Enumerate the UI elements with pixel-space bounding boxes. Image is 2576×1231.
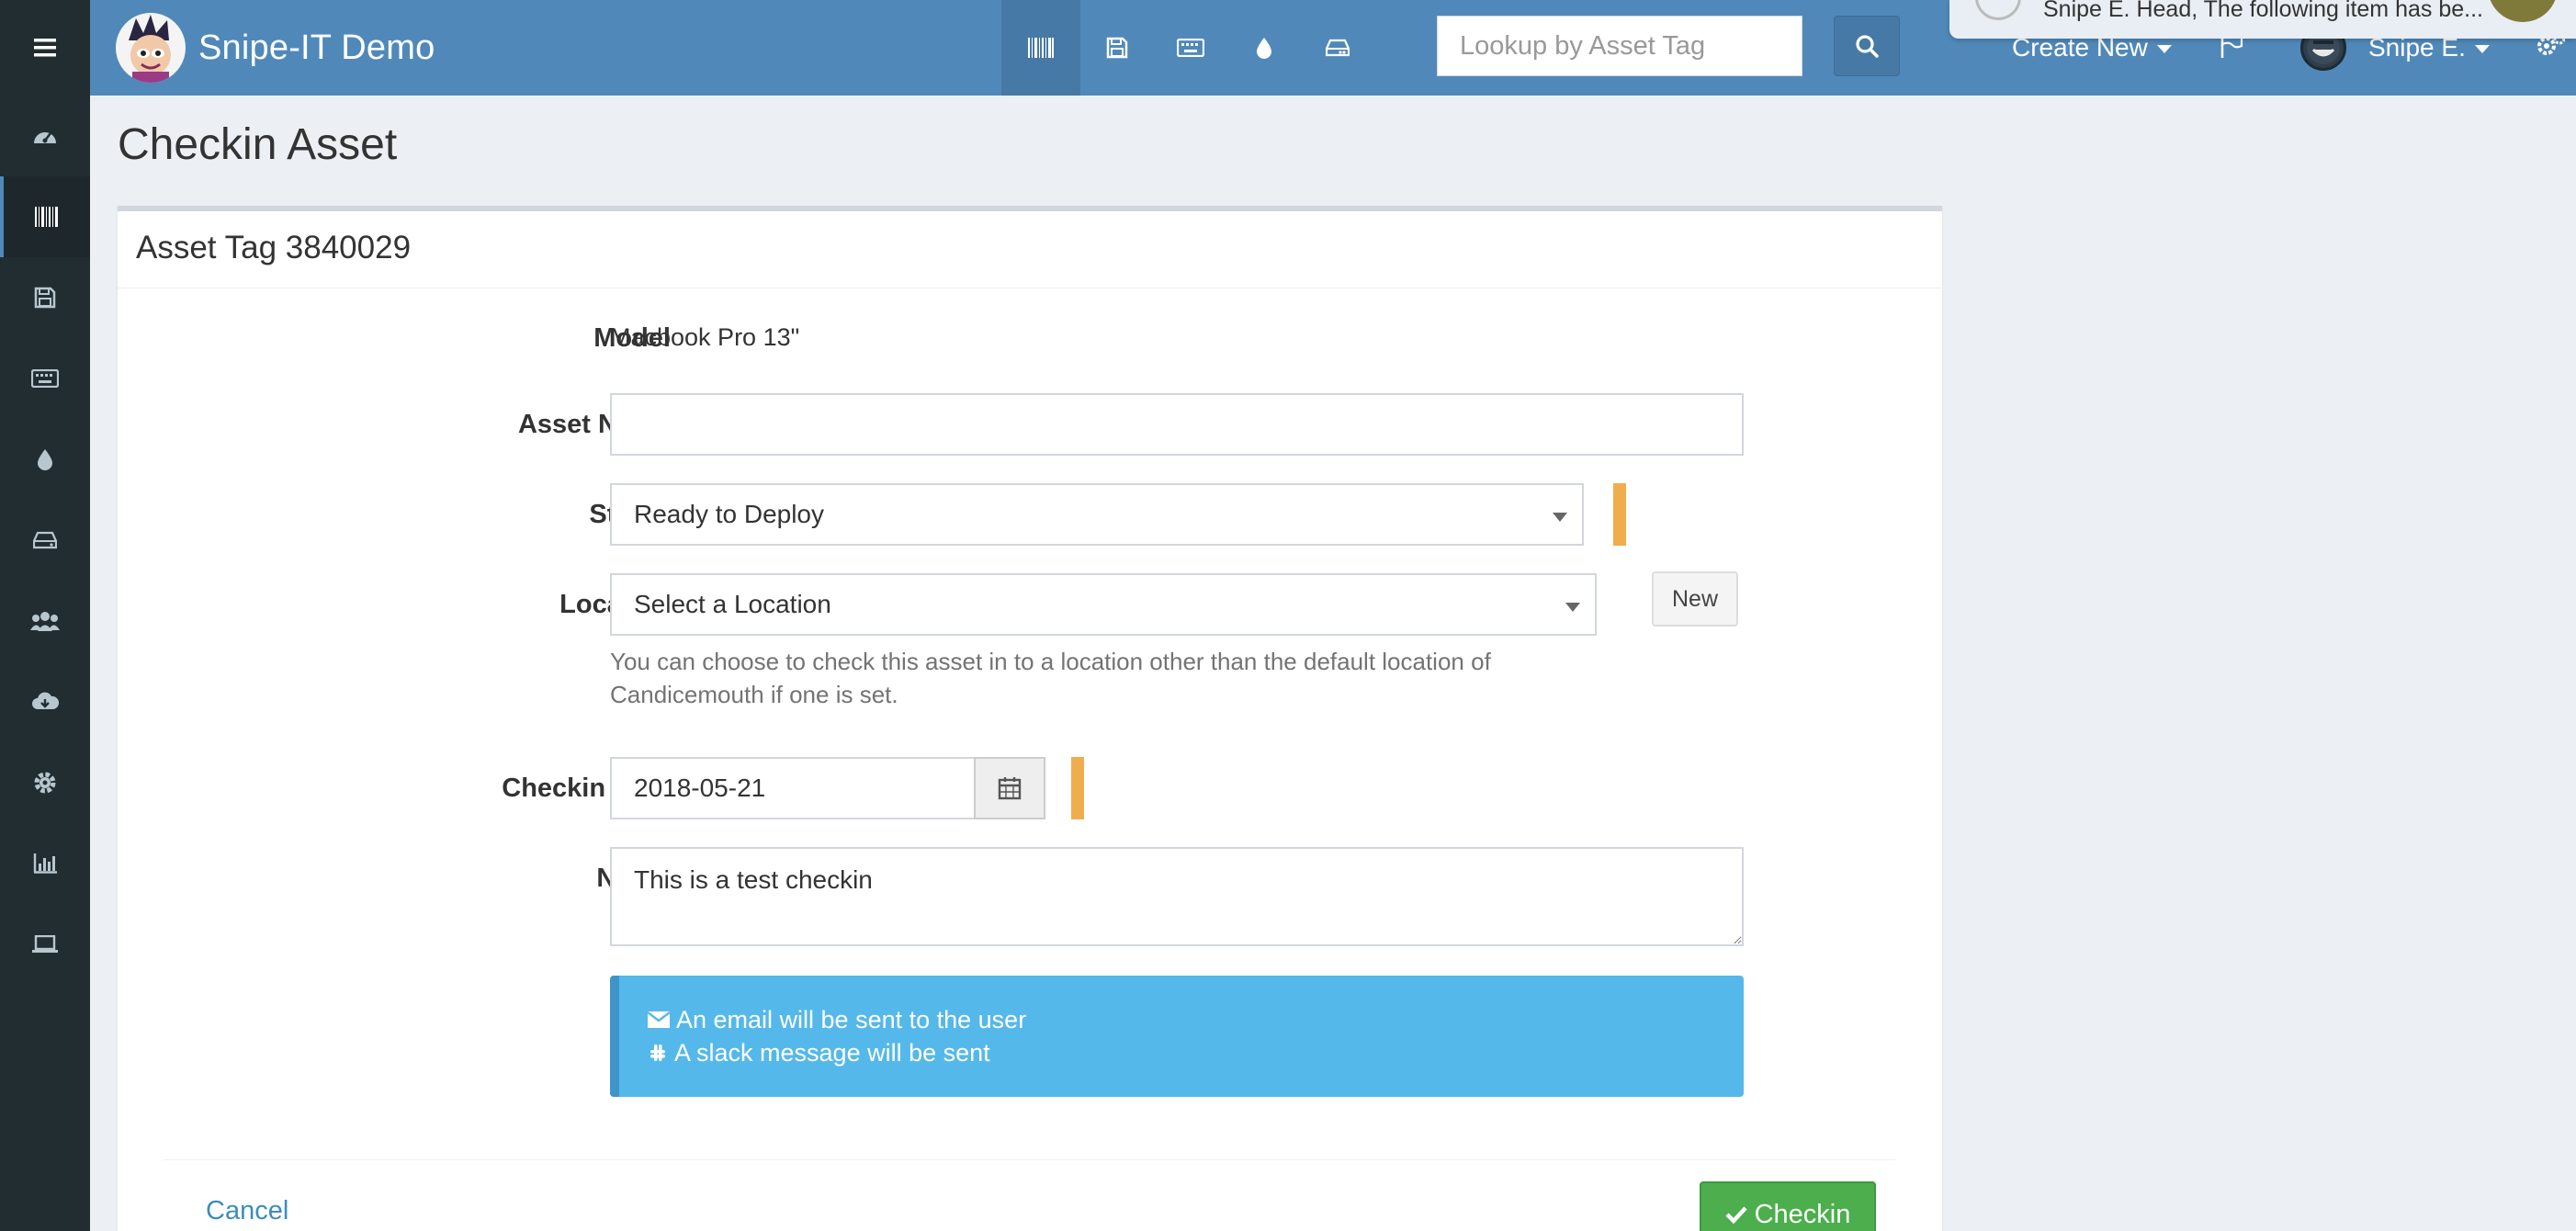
floppy-disk-icon: [34, 287, 56, 309]
hamburger-icon: [34, 39, 56, 57]
left-sidebar: [0, 96, 90, 1231]
gear-icon: [34, 772, 56, 794]
sidebar-item-people[interactable]: [0, 581, 90, 661]
keyboard-icon: [1177, 39, 1204, 57]
hard-drive-icon: [33, 531, 57, 549]
laptop-icon: [32, 935, 58, 953]
notification-callout: An email will be sent to the user A slac…: [610, 976, 1744, 1097]
bar-chart-icon: [33, 853, 57, 874]
checkin-date-input[interactable]: [610, 757, 976, 819]
required-indicator: [1613, 483, 1626, 546]
form-footer-divider: [164, 1159, 1896, 1160]
tint-drop-icon: [38, 449, 52, 470]
status-select-value: Ready to Deploy: [634, 500, 825, 528]
calendar-icon: [998, 777, 1022, 800]
keyboard-icon: [31, 369, 59, 388]
new-location-button[interactable]: New: [1652, 571, 1738, 627]
brand-link[interactable]: Snipe-IT Demo: [116, 9, 435, 86]
chevron-down-icon: [1565, 603, 1580, 612]
notification-popup[interactable]: Snipe E. Head, The following item has be…: [1949, 0, 2576, 39]
required-indicator: [1071, 757, 1084, 819]
sidebar-item-assets[interactable]: [0, 176, 90, 257]
nav-accessories-button[interactable]: [1154, 0, 1227, 96]
nav-licenses-button[interactable]: [1080, 0, 1154, 96]
checkin-button-label: Checkin: [1754, 1199, 1851, 1229]
floppy-disk-icon: [1106, 37, 1128, 59]
date-picker-button[interactable]: [974, 757, 1045, 819]
sidebar-item-reports[interactable]: [0, 823, 90, 904]
brand-logo: [116, 13, 186, 83]
slack-notice: A slack message will be sent: [647, 1036, 1716, 1069]
search-button[interactable]: [1834, 16, 1900, 76]
slack-notice-text: A slack message will be sent: [674, 1039, 990, 1067]
asset-name-input[interactable]: [610, 393, 1744, 456]
location-help-text: You can choose to check this asset in to…: [610, 648, 1491, 708]
brand-title: Snipe-IT Demo: [198, 28, 435, 67]
sidebar-item-requestable[interactable]: [0, 904, 90, 985]
chevron-down-icon: [1553, 513, 1567, 522]
barcode-icon: [1028, 38, 1054, 58]
hard-drive-icon: [1326, 39, 1350, 57]
users-icon: [30, 612, 60, 631]
sidebar-item-components[interactable]: [0, 500, 90, 581]
nav-consumables-button[interactable]: [1227, 0, 1301, 96]
sidebar-toggle-button[interactable]: [0, 0, 90, 96]
sidebar-item-licenses[interactable]: [0, 257, 90, 338]
nav-icon-bar: [1001, 0, 1374, 96]
nav-components-button[interactable]: [1301, 0, 1374, 96]
chevron-down-icon: [2474, 45, 2490, 53]
sidebar-item-settings[interactable]: [0, 742, 90, 823]
tint-drop-icon: [1257, 38, 1271, 59]
barcode-icon: [35, 207, 58, 227]
sidebar-item-accessories[interactable]: [0, 338, 90, 419]
sidebar-item-consumables[interactable]: [0, 419, 90, 500]
search-icon: [1856, 35, 1879, 58]
notes-textarea[interactable]: This is a test checkin: [610, 847, 1744, 946]
sidebar-item-import[interactable]: [0, 661, 90, 742]
nav-assets-button[interactable]: [1001, 0, 1080, 96]
notification-text: Snipe E. Head, The following item has be…: [2043, 0, 2483, 22]
status-select[interactable]: Ready to Deploy: [610, 483, 1584, 546]
asset-tag-search-input[interactable]: [1437, 16, 1802, 76]
checkmark-icon: [1725, 1206, 1747, 1224]
chevron-down-icon: [2156, 45, 2172, 53]
cloud-download-icon: [32, 692, 59, 709]
dashboard-gauge-icon: [34, 132, 56, 143]
location-select-value: Select a Location: [634, 590, 831, 618]
checkin-form-box: Asset Tag 3840029 Model Macbook Pro 13" …: [118, 206, 1942, 1231]
page-title: Checkin Asset: [118, 120, 398, 169]
slack-icon: [650, 1045, 665, 1061]
box-title: Asset Tag 3840029: [118, 211, 1942, 288]
notification-icon: [1975, 0, 2021, 20]
envelope-icon: [647, 1011, 671, 1028]
sidebar-item-dashboard[interactable]: [0, 96, 90, 176]
cancel-link[interactable]: Cancel: [206, 1196, 288, 1226]
checkin-submit-button[interactable]: Checkin: [1700, 1181, 1876, 1231]
email-notice: An email will be sent to the user: [647, 1003, 1716, 1036]
email-notice-text: An email will be sent to the user: [676, 1006, 1027, 1033]
snipe-mascot-icon: [129, 15, 171, 83]
location-select[interactable]: Select a Location: [610, 573, 1597, 636]
model-value: Macbook Pro 13": [610, 323, 800, 351]
